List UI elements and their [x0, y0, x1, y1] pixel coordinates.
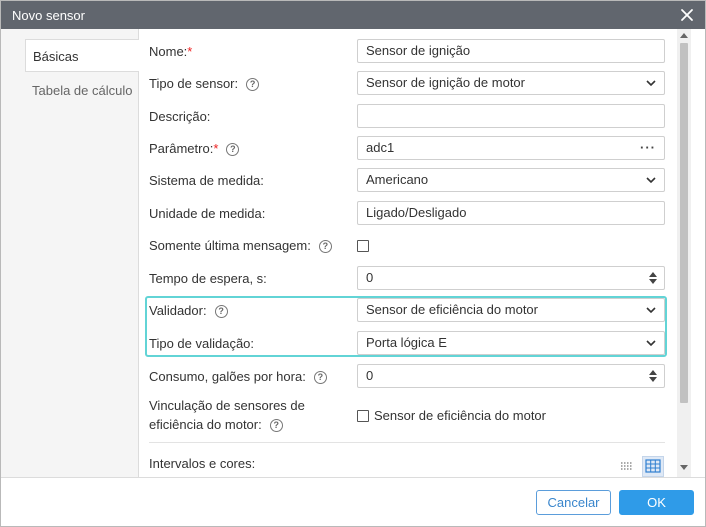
nome-label: Nome:*	[149, 44, 193, 59]
form-content: Nome:* Sensor de ignição Tipo de sensor:…	[139, 29, 677, 477]
parametro-value: adc1	[366, 140, 395, 155]
somente-ultima-label: Somente última mensagem:?	[149, 238, 332, 253]
tipo-sensor-label: Tipo de sensor:?	[149, 76, 260, 91]
help-icon[interactable]: ?	[214, 305, 228, 318]
chevron-down-icon	[646, 177, 656, 184]
dialog-footer: Cancelar OK	[1, 477, 705, 526]
scroll-down-arrow-icon[interactable]	[680, 465, 688, 470]
tab-basicas[interactable]: Básicas	[25, 39, 139, 72]
consumo-label: Consumo, galões por hora:?	[149, 369, 327, 384]
unidade-medida-input[interactable]: Ligado/Desligado	[357, 201, 665, 225]
new-sensor-dialog: Novo sensor Básicas Tabela de cálculo No…	[0, 0, 706, 527]
descricao-input[interactable]	[357, 104, 665, 128]
vinculacao-label: Vinculação de sensores de eficiência do m…	[149, 398, 305, 432]
sidebar: Básicas Tabela de cálculo	[1, 29, 139, 477]
tipo-sensor-select[interactable]: Sensor de ignição de motor	[357, 71, 665, 95]
spinner-arrows-icon[interactable]	[649, 272, 657, 284]
vinculacao-checkbox[interactable]	[357, 410, 369, 422]
dialog-titlebar: Novo sensor	[1, 1, 705, 29]
help-icon[interactable]: ?	[246, 78, 260, 91]
scrollbar-thumb[interactable]	[680, 43, 688, 403]
somente-ultima-checkbox[interactable]	[357, 240, 369, 252]
chevron-down-icon	[646, 340, 656, 347]
parametro-input[interactable]: adc1 ···	[357, 136, 665, 160]
tipo-validacao-value: Porta lógica E	[366, 335, 447, 350]
nome-input[interactable]: Sensor de ignição	[357, 39, 665, 63]
validador-value: Sensor de eficiência do motor	[366, 302, 538, 317]
table-view-icon[interactable]	[642, 456, 664, 477]
ok-button[interactable]: OK	[619, 490, 694, 515]
tipo-validacao-select[interactable]: Porta lógica E	[357, 331, 665, 355]
tab-tabela-de-calculo[interactable]: Tabela de cálculo	[25, 74, 137, 107]
cancel-button[interactable]: Cancelar	[536, 490, 611, 515]
vinculacao-option-label: Sensor de eficiência do motor	[374, 408, 546, 423]
descricao-label: Descrição:	[149, 109, 211, 124]
more-options-icon[interactable]: ···	[640, 137, 656, 159]
help-icon[interactable]: ?	[313, 371, 327, 384]
scroll-up-arrow-icon[interactable]	[680, 33, 688, 38]
unidade-medida-label: Unidade de medida:	[149, 206, 266, 221]
required-marker: *	[187, 44, 193, 59]
consumo-stepper[interactable]: 0	[357, 364, 665, 388]
validador-label: Validador:?	[149, 303, 228, 318]
tempo-espera-value: 0	[366, 270, 374, 285]
tempo-espera-stepper[interactable]: 0	[357, 266, 665, 290]
vertical-scrollbar[interactable]	[677, 29, 691, 477]
help-icon[interactable]: ?	[318, 240, 332, 253]
sistema-medida-value: Americano	[366, 172, 429, 187]
intervalos-label: Intervalos e cores:	[149, 456, 256, 471]
interval-scale-view-icon[interactable]	[616, 456, 638, 477]
sistema-medida-label: Sistema de medida:	[149, 173, 264, 188]
tipo-sensor-value: Sensor de ignição de motor	[366, 75, 525, 90]
help-icon[interactable]: ?	[269, 419, 283, 432]
spinner-arrows-icon[interactable]	[649, 370, 657, 382]
help-icon[interactable]: ?	[226, 143, 240, 156]
close-icon[interactable]	[679, 7, 695, 23]
dialog-title: Novo sensor	[12, 8, 85, 23]
chevron-down-icon	[646, 307, 656, 314]
consumo-value: 0	[366, 368, 374, 383]
chevron-down-icon	[646, 80, 656, 87]
separator	[149, 442, 665, 443]
tipo-validacao-label: Tipo de validação:	[149, 336, 255, 351]
tempo-espera-label: Tempo de espera, s:	[149, 271, 267, 286]
sistema-medida-select[interactable]: Americano	[357, 168, 665, 192]
required-marker: *	[213, 141, 219, 156]
parametro-label: Parâmetro:*?	[149, 141, 240, 156]
validador-select[interactable]: Sensor de eficiência do motor	[357, 298, 665, 322]
